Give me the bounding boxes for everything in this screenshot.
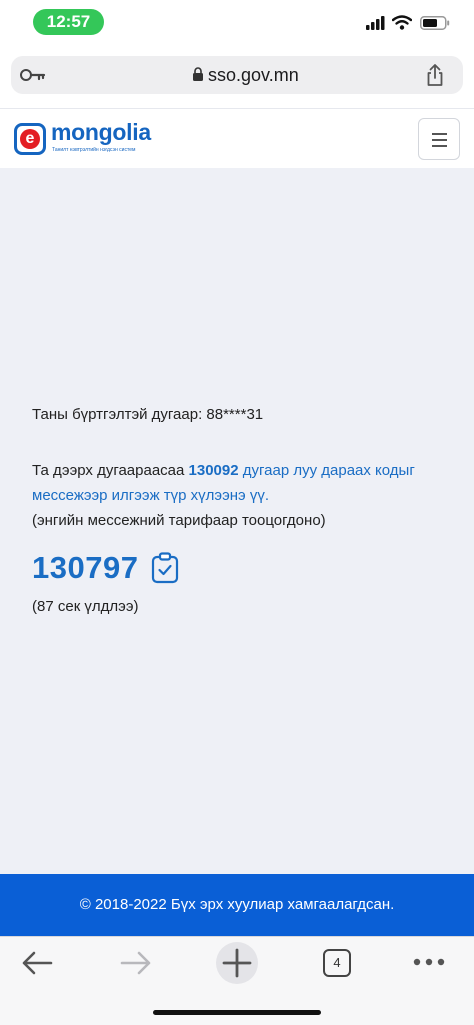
copyright-text: © 2018-2022 Бүх эрх хуулиар хамгаалагдса… (79, 896, 395, 913)
countdown-text: (87 сек үлдлээ) (32, 598, 139, 615)
forward-arrow-icon[interactable] (120, 949, 152, 977)
sms-instruction: Та дээрх дугаараасаа 130092 дугаар луу д… (32, 458, 452, 533)
battery-icon (420, 16, 450, 30)
key-icon[interactable] (20, 67, 46, 83)
url-text[interactable]: sso.gov.mn (208, 56, 299, 94)
tab-switcher-button[interactable]: 4 (323, 949, 351, 977)
hamburger-menu-button[interactable] (418, 118, 460, 160)
menu-line-icon (432, 145, 447, 147)
logo-tagline: Танилт нэвтрэлтийн нэгдсэн систем (52, 147, 136, 153)
back-arrow-icon[interactable] (21, 949, 53, 977)
share-icon[interactable] (425, 63, 445, 87)
verification-code: 130797 (32, 550, 139, 585)
logo-badge: e (14, 123, 46, 155)
menu-line-icon (432, 133, 447, 135)
site-header: e mongolia Танилт нэвтрэлтийн нэгдсэн си… (0, 108, 474, 168)
main-content: Таны бүртгэлтэй дугаар: 88****31 Та дээр… (0, 168, 474, 874)
address-bar[interactable]: sso.gov.mn (11, 56, 463, 94)
verification-code-row: 130797 (32, 550, 179, 590)
e-mongolia-logo[interactable]: e mongolia Танилт нэвтрэлтийн нэгдсэн си… (14, 119, 174, 159)
logo-letter: e (20, 129, 40, 149)
plus-icon (222, 948, 252, 978)
browser-toolbar: 4 (0, 936, 474, 1025)
status-bar: 12:57 (0, 0, 474, 46)
lock-icon (193, 67, 203, 81)
menu-line-icon (432, 139, 447, 141)
registered-number-text: Таны бүртгэлтэй дугаар: 88****31 (32, 406, 264, 423)
copy-clipboard-icon[interactable] (151, 552, 179, 584)
wifi-icon (392, 15, 412, 30)
instruction-prefix: Та дээрх дугаараасаа (32, 462, 189, 479)
home-indicator (153, 1010, 321, 1015)
site-footer: © 2018-2022 Бүх эрх хуулиар хамгаалагдса… (0, 874, 474, 936)
tariff-note: (энгийн мессежний тарифаар тооцогдоно) (32, 512, 326, 529)
logo-name: mongolia (51, 119, 151, 145)
target-number[interactable]: 130092 (189, 462, 239, 479)
status-time: 12:57 (33, 9, 104, 35)
cellular-signal-icon (366, 16, 385, 30)
new-tab-button[interactable] (216, 942, 258, 984)
more-options-icon[interactable] (413, 957, 445, 967)
